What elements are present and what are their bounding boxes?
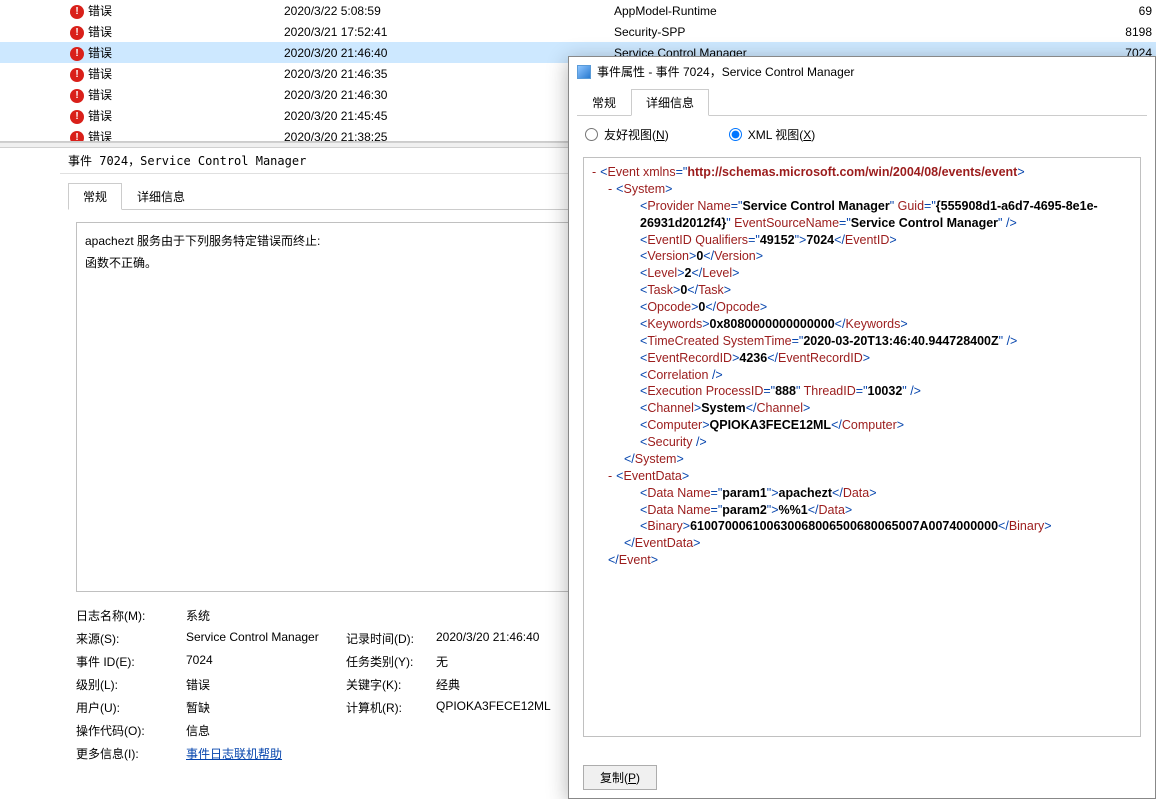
eventid-label: 事件 ID(E): xyxy=(76,653,186,670)
source-value: Service Control Manager xyxy=(186,630,346,647)
log-name-label: 日志名称(M): xyxy=(76,607,186,624)
error-icon: ! xyxy=(70,68,84,82)
eventid-value: 7024 xyxy=(186,653,346,670)
radio-friendly-input[interactable] xyxy=(585,128,598,141)
error-icon: ! xyxy=(70,110,84,124)
dialog-icon xyxy=(577,65,591,79)
collapse-icon[interactable]: - xyxy=(608,182,616,196)
opcode-value: 信息 xyxy=(186,722,346,739)
dialog-titlebar[interactable]: 事件属性 - 事件 7024，Service Control Manager xyxy=(569,57,1155,86)
keywords-label: 关键字(K): xyxy=(346,676,436,693)
tab-details[interactable]: 详细信息 xyxy=(122,183,200,210)
user-value: 暂缺 xyxy=(186,699,346,716)
error-icon: ! xyxy=(70,89,84,103)
radio-xml-view[interactable]: XML 视图(X) xyxy=(729,126,816,143)
opcode-label: 操作代码(O): xyxy=(76,722,186,739)
level-label: 级别(L): xyxy=(76,676,186,693)
moreinfo-label: 更多信息(I): xyxy=(76,745,186,762)
user-label: 用户(U): xyxy=(76,699,186,716)
collapse-icon[interactable]: - xyxy=(608,469,616,483)
xml-view[interactable]: -<Event xmlns="http://schemas.microsoft.… xyxy=(583,157,1141,737)
error-icon: ! xyxy=(70,26,84,40)
logged-label: 记录时间(D): xyxy=(346,630,436,647)
event-properties-dialog: 事件属性 - 事件 7024，Service Control Manager 常… xyxy=(568,56,1156,799)
online-help-link[interactable]: 事件日志联机帮助 xyxy=(186,747,282,761)
event-row[interactable]: !错误2020/3/21 17:52:41Security-SPP8198 xyxy=(0,21,1156,42)
radio-xml-input[interactable] xyxy=(729,128,742,141)
tab-general[interactable]: 常规 xyxy=(68,183,122,210)
error-icon: ! xyxy=(70,131,84,142)
dialog-tabs: 常规 详细信息 xyxy=(577,88,1147,116)
log-name-value: 系统 xyxy=(186,607,346,624)
error-icon: ! xyxy=(70,5,84,19)
computer-label: 计算机(R): xyxy=(346,699,436,716)
dialog-tab-details[interactable]: 详细信息 xyxy=(631,89,709,116)
radio-friendly-view[interactable]: 友好视图(N) xyxy=(585,126,669,143)
event-row[interactable]: !错误2020/3/22 5:08:59AppModel-Runtime69 xyxy=(0,0,1156,21)
task-label: 任务类别(Y): xyxy=(346,653,436,670)
dialog-tab-general[interactable]: 常规 xyxy=(577,89,631,116)
copy-button[interactable]: 复制(P) xyxy=(583,765,657,790)
level-value: 错误 xyxy=(186,676,346,693)
view-mode-radios: 友好视图(N) XML 视图(X) xyxy=(569,116,1155,153)
collapse-icon[interactable]: - xyxy=(592,165,600,179)
source-label: 来源(S): xyxy=(76,630,186,647)
dialog-title-text: 事件属性 - 事件 7024，Service Control Manager xyxy=(597,63,854,80)
error-icon: ! xyxy=(70,47,84,61)
